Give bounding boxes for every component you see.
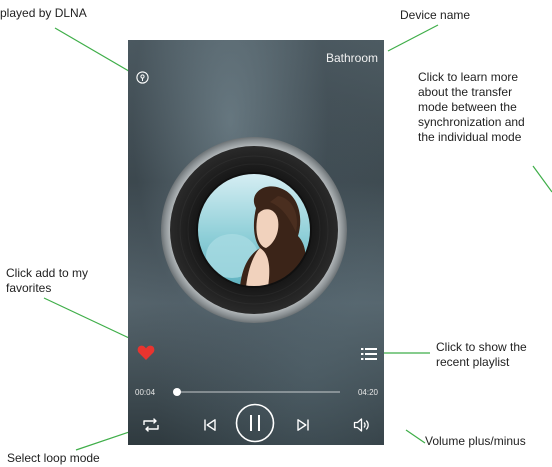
annotation-line: mode between the xyxy=(418,100,517,114)
annotation-line: synchronization and xyxy=(418,115,525,129)
annotation-favorite: Click add to my favorites xyxy=(6,266,88,296)
annotation-device-name: Device name xyxy=(400,8,471,22)
progress-handle[interactable] xyxy=(173,388,182,396)
annotation-playlist: Click to show the recent playlist xyxy=(436,340,527,370)
annotation-line: the individual mode xyxy=(418,130,522,144)
annotation-loop: Select loop mode xyxy=(7,451,100,465)
pause-icon xyxy=(250,415,252,431)
pause-button[interactable] xyxy=(235,403,275,443)
volume-icon[interactable] xyxy=(353,417,371,433)
progress-bar[interactable] xyxy=(173,388,340,396)
leader-volume xyxy=(405,429,426,444)
leader-device-name xyxy=(387,24,439,52)
annotation-transfer-mode: Click to learn more about the transfer m… xyxy=(418,70,525,145)
leader-transfer-mode xyxy=(532,165,552,193)
playlist-icon[interactable] xyxy=(361,347,377,361)
annotation-volume: Volume plus/minus xyxy=(425,434,526,448)
annotation-line: Click add to my xyxy=(6,266,89,280)
annotation-line: Click to learn more xyxy=(418,70,519,84)
annotation-dlna: played by DLNA xyxy=(0,6,87,20)
favorite-heart-icon[interactable] xyxy=(137,344,155,361)
next-track-icon[interactable] xyxy=(296,418,310,432)
previous-track-icon[interactable] xyxy=(203,418,217,432)
annotation-line: Click to show the xyxy=(436,340,527,354)
current-time: 00:04 xyxy=(135,388,156,397)
annotation-line: favorites xyxy=(6,281,52,295)
annotation-line: recent playlist xyxy=(436,355,510,369)
leader-dlna xyxy=(54,27,140,78)
music-player-screen: Bathroom 00:04 04:20 xyxy=(128,40,384,445)
annotation-line: about the transfer xyxy=(418,85,513,99)
dlna-icon xyxy=(136,71,149,84)
album-disc xyxy=(160,136,348,324)
total-time: 04:20 xyxy=(357,388,378,397)
repeat-icon[interactable] xyxy=(142,417,160,433)
device-name-label[interactable]: Bathroom xyxy=(326,51,378,65)
